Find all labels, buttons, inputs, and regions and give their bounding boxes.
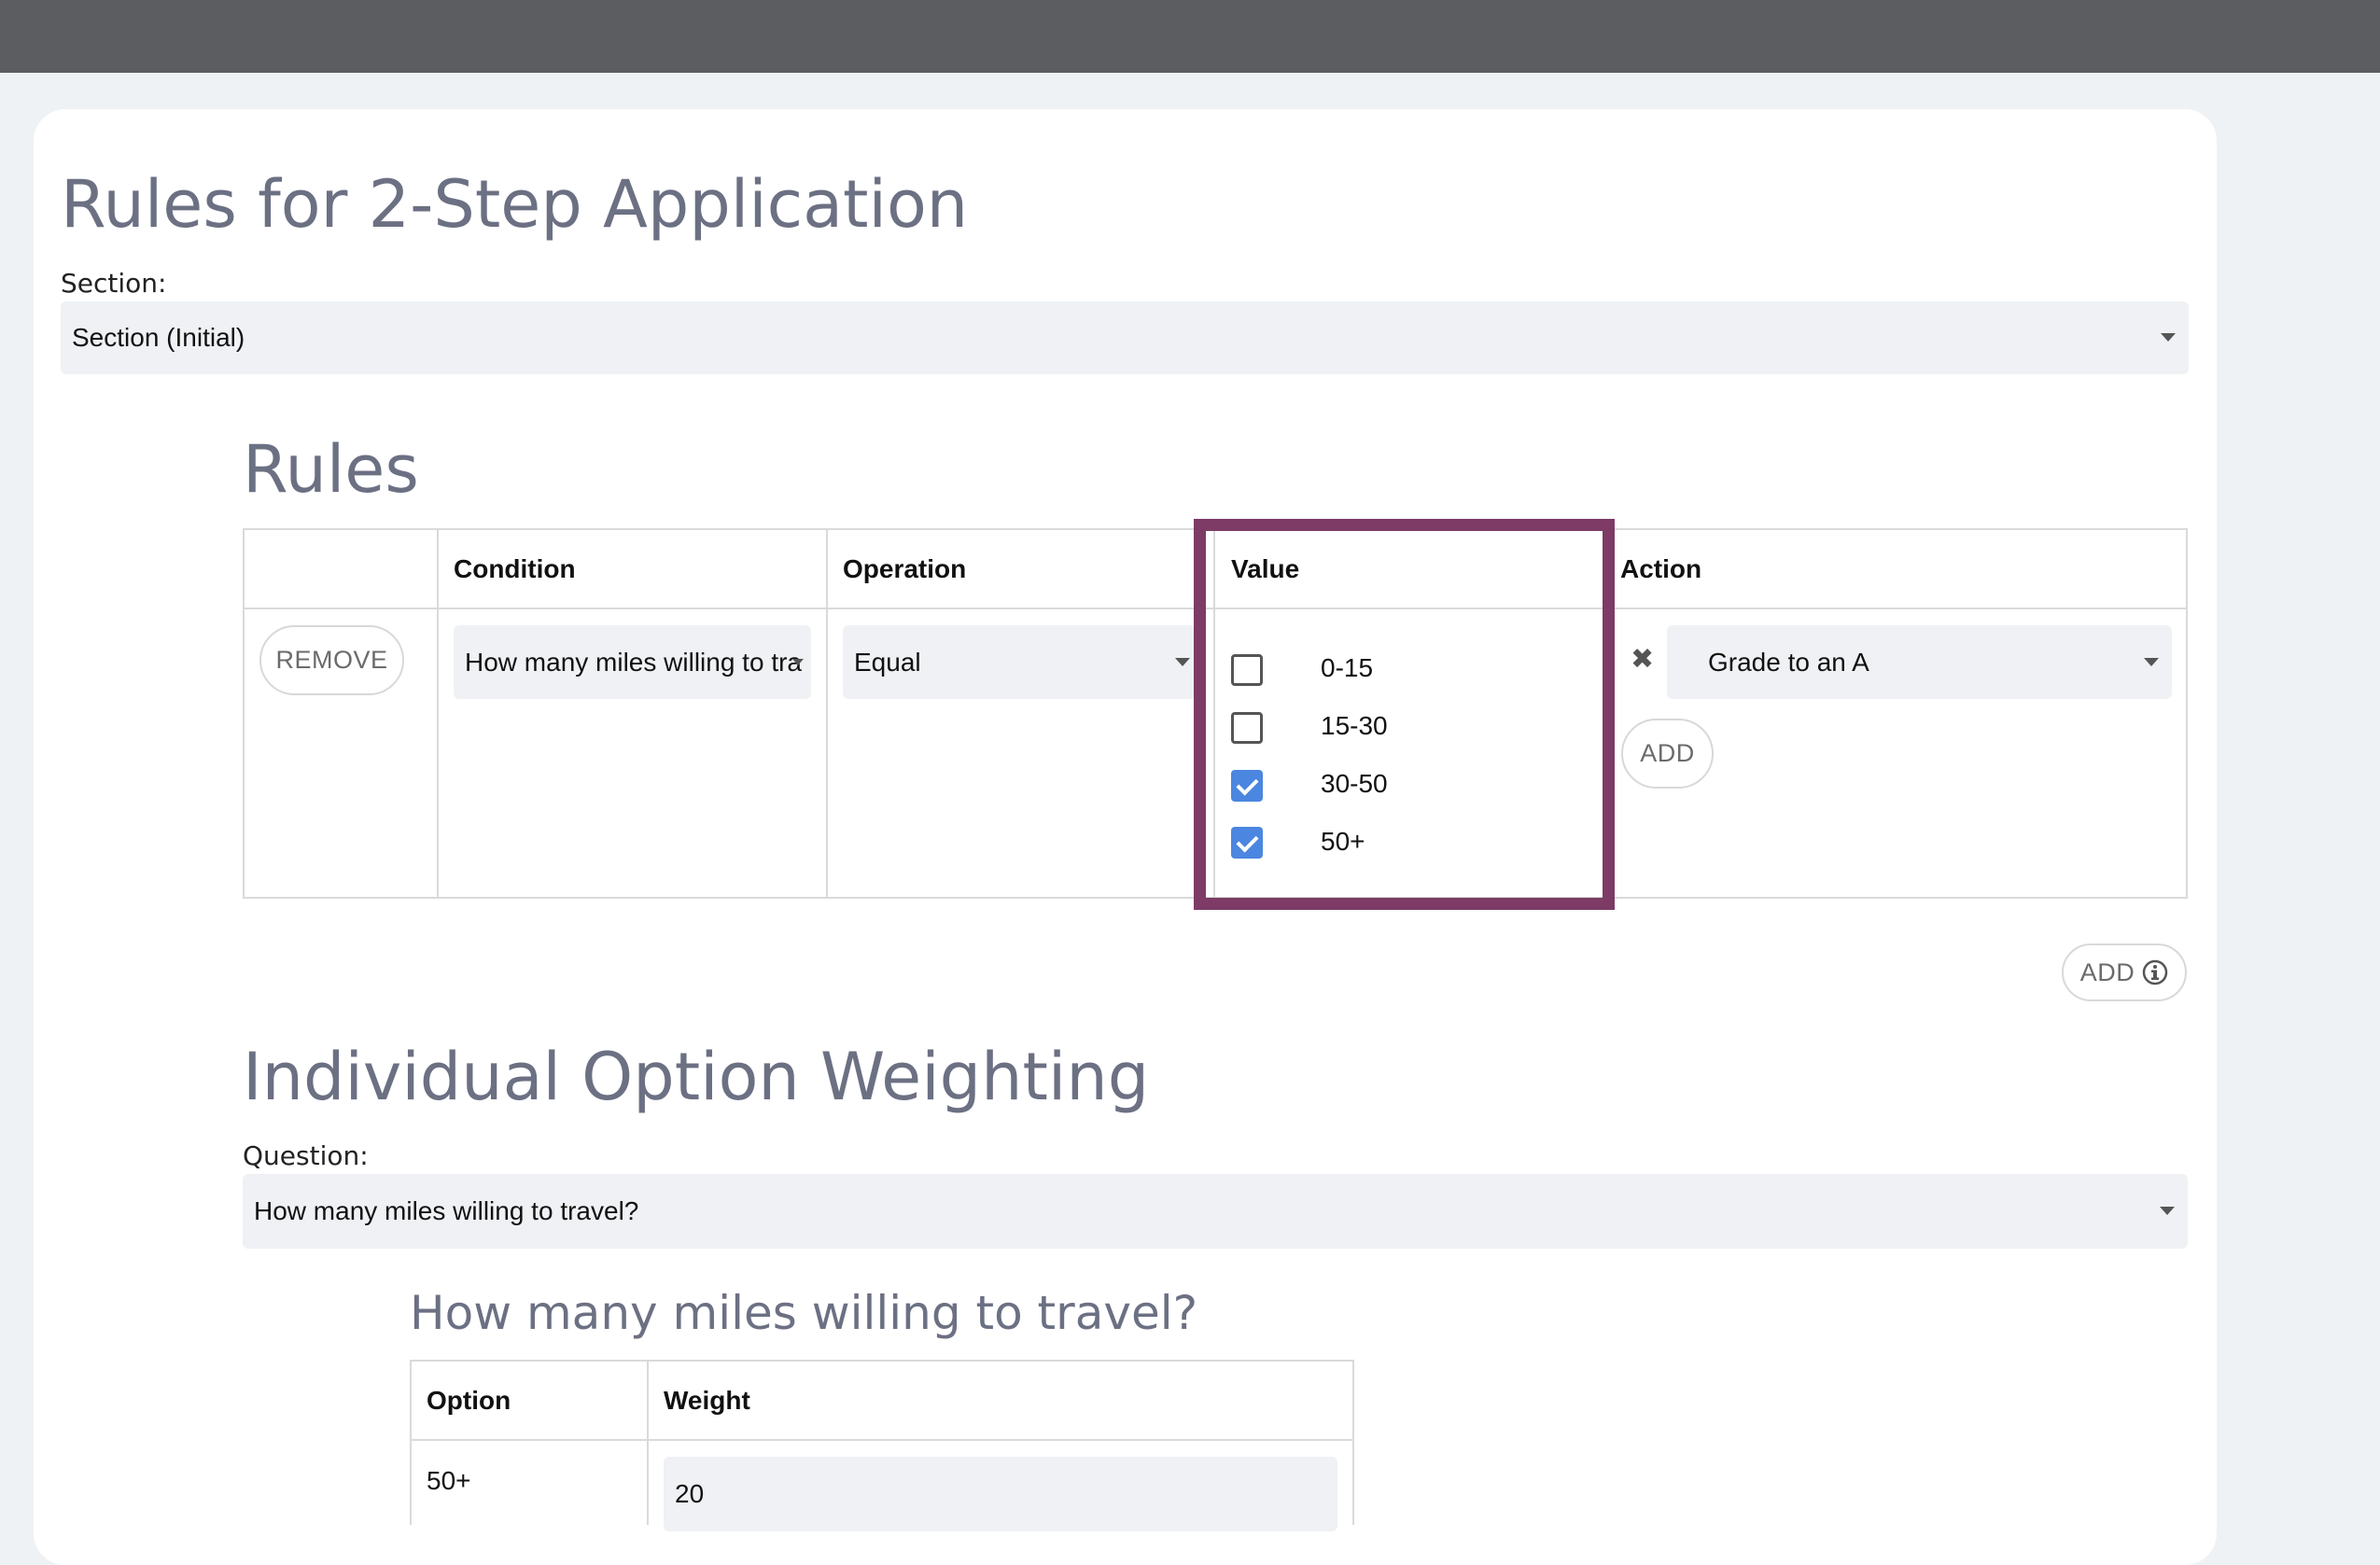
table-border-top xyxy=(410,1360,1354,1362)
option-cell: 50+ xyxy=(427,1466,471,1495)
table-border-left xyxy=(243,528,245,899)
question-select-value: How many miles willing to travel? xyxy=(254,1196,639,1225)
table-border-right xyxy=(1352,1360,1354,1525)
add-rule-label: ADD xyxy=(2079,957,2135,986)
table-border-left xyxy=(410,1360,412,1525)
column-divider xyxy=(647,1360,649,1525)
column-header-option: Option xyxy=(427,1386,511,1415)
column-header-condition: Condition xyxy=(454,554,576,583)
chevron-down-icon xyxy=(1175,658,1190,666)
operation-select-value: Equal xyxy=(854,647,921,677)
weight-input[interactable]: 20 xyxy=(664,1457,1337,1531)
column-divider xyxy=(437,528,439,899)
question-select[interactable]: How many miles willing to travel? xyxy=(243,1174,2188,1249)
weighting-heading: Individual Option Weighting xyxy=(243,1039,1150,1115)
chevron-down-icon xyxy=(792,659,804,665)
top-bar xyxy=(0,0,2380,73)
column-header-action: Action xyxy=(1620,554,1702,583)
action-select[interactable]: Grade to an A xyxy=(1667,625,2172,699)
table-header-divider xyxy=(410,1439,1354,1441)
column-header-operation: Operation xyxy=(843,554,967,583)
chevron-down-icon xyxy=(2144,658,2159,666)
chevron-down-icon xyxy=(2160,1207,2175,1215)
column-header-weight: Weight xyxy=(664,1386,750,1415)
chevron-down-icon xyxy=(2161,333,2176,342)
condition-select[interactable]: How many miles willing to tra xyxy=(454,625,811,699)
weighting-subheading: How many miles willing to travel? xyxy=(410,1286,1198,1340)
add-rule-button[interactable]: ADD xyxy=(2062,943,2187,1001)
action-select-value: Grade to an A xyxy=(1708,647,1869,677)
add-action-button[interactable]: ADD xyxy=(1621,719,1714,789)
page-title: Rules for 2-Step Application xyxy=(61,166,969,243)
condition-select-value: How many miles willing to tra xyxy=(465,647,802,677)
question-label: Question: xyxy=(243,1140,369,1171)
info-icon xyxy=(2143,959,2168,985)
remove-rule-button[interactable]: REMOVE xyxy=(259,625,404,695)
remove-action-icon[interactable]: ✖ xyxy=(1631,643,1654,676)
rules-heading: Rules xyxy=(243,431,419,508)
section-label: Section: xyxy=(61,268,167,299)
section-select-value: Section (Initial) xyxy=(72,323,245,352)
section-select[interactable]: Section (Initial) xyxy=(61,301,2189,374)
table-border-right xyxy=(2186,528,2188,899)
value-column-highlight xyxy=(1194,519,1615,910)
column-divider xyxy=(826,528,828,899)
weight-input-value: 20 xyxy=(675,1479,705,1508)
operation-select[interactable]: Equal xyxy=(843,625,1197,699)
